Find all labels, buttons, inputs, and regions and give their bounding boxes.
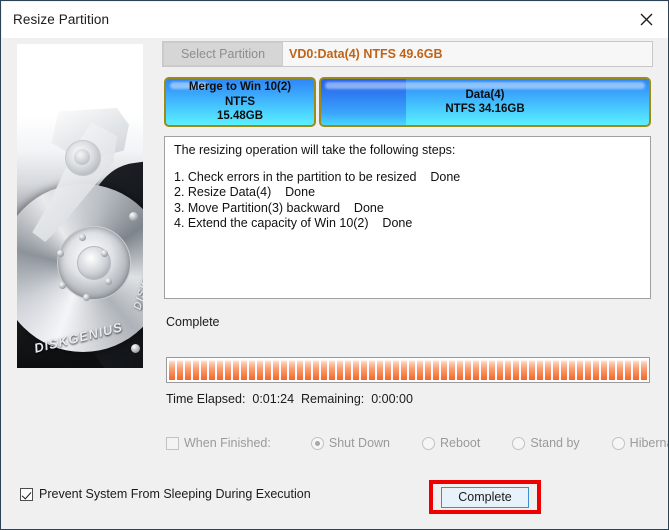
- partition-header-row: Select Partition VD0:Data(4) NTFS 49.6GB: [162, 41, 653, 67]
- step-item: 2. Resize Data(4) Done: [174, 185, 316, 199]
- screw-icon: [79, 234, 86, 241]
- title-bar: Resize Partition: [2, 2, 668, 38]
- partition-block-1[interactable]: Merge to Win 10(2) NTFS 15.48GB: [164, 77, 316, 127]
- partition-1-name: Merge to Win 10(2): [188, 81, 292, 94]
- complete-button[interactable]: Complete: [441, 486, 529, 508]
- disk-illustration-panel: DISKGENIUS DISKGENIUS: [17, 44, 143, 368]
- partition-1-filesystem: NTFS: [224, 95, 256, 108]
- when-finished-row: When Finished: Shut Down Reboot Stand by…: [166, 433, 668, 453]
- radio-label: Hibernate: [629, 436, 668, 450]
- radio-indicator: [611, 436, 625, 450]
- dialog-body: DISKGENIUS DISKGENIUS Select Partition V…: [2, 38, 668, 529]
- complete-button-highlight: Complete: [429, 480, 541, 514]
- progress-bar-fill: [169, 360, 647, 380]
- when-finished-label: When Finished:: [184, 436, 271, 450]
- resize-partition-dialog: Resize Partition DISKGENIUS Select Parti…: [0, 0, 669, 530]
- close-button[interactable]: [623, 2, 668, 37]
- radio-indicator: [422, 436, 436, 450]
- hard-disk-image: DISKGENIUS DISKGENIUS: [17, 44, 143, 368]
- time-elapsed-text: Time Elapsed: 0:01:24 Remaining: 0:00:00: [166, 392, 413, 406]
- radio-option-stand-by[interactable]: Stand by: [512, 436, 580, 450]
- prevent-sleep-label: Prevent System From Sleeping During Exec…: [39, 487, 311, 501]
- steps-intro-text: The resizing operation will take the fol…: [174, 143, 456, 157]
- select-partition-button[interactable]: Select Partition: [163, 42, 283, 66]
- partition-2-filesystem-size: NTFS 34.16GB: [445, 103, 525, 115]
- partition-map: Merge to Win 10(2) NTFS 15.48GB Data(4) …: [164, 77, 651, 127]
- screw-icon: [57, 250, 64, 257]
- disk-arm-pivot-center: [74, 149, 90, 165]
- dialog-footer: Prevent System From Sleeping During Exec…: [2, 480, 668, 529]
- partition-2-name: Data(4): [465, 88, 505, 101]
- screw-icon: [101, 250, 108, 257]
- checkbox-indicator: [20, 487, 33, 501]
- when-finished-checkbox[interactable]: [166, 436, 179, 450]
- progress-bar: [166, 357, 650, 383]
- partition-1-size: 15.48GB: [216, 110, 264, 123]
- radio-label: Reboot: [440, 436, 481, 450]
- step-item: 3. Move Partition(3) backward Done: [174, 200, 384, 215]
- step-item: 1. Check errors in the partition to be r…: [174, 169, 461, 184]
- screw-icon: [129, 212, 138, 221]
- prevent-sleep-checkbox[interactable]: Prevent System From Sleeping During Exec…: [20, 487, 311, 501]
- screw-icon: [83, 294, 90, 301]
- screw-icon: [105, 278, 112, 285]
- partition-block-2[interactable]: Data(4) NTFS 34.16GB: [319, 77, 651, 127]
- screw-icon: [59, 282, 66, 289]
- status-text: Complete: [166, 315, 220, 329]
- radio-option-hibernate[interactable]: Hibernate: [611, 436, 668, 450]
- page-title: Resize Partition: [13, 12, 110, 27]
- radio-option-shut-down[interactable]: Shut Down: [310, 436, 391, 450]
- screw-icon: [131, 344, 140, 353]
- radio-option-reboot[interactable]: Reboot: [422, 436, 480, 450]
- selected-partition-info: VD0:Data(4) NTFS 49.6GB: [283, 42, 652, 66]
- steps-list-box: The resizing operation will take the fol…: [164, 136, 651, 299]
- radio-label: Stand by: [530, 436, 580, 450]
- radio-indicator: [512, 436, 526, 450]
- radio-label: Shut Down: [328, 436, 391, 450]
- close-icon: [640, 13, 652, 26]
- step-item: 4. Extend the capacity of Win 10(2) Done: [174, 216, 413, 230]
- radio-indicator: [310, 436, 324, 450]
